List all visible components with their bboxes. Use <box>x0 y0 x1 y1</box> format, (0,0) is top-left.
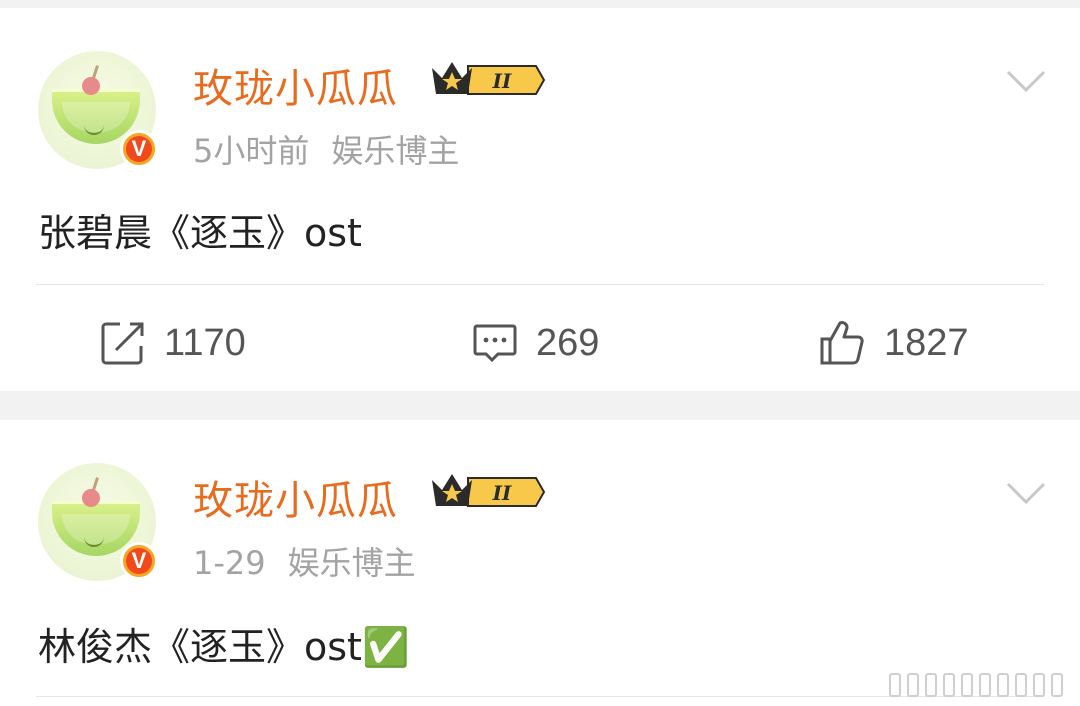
post-content: 林俊杰《逐玉》ost✅ <box>38 625 410 669</box>
user-tag: 娱乐博主 <box>331 132 460 170</box>
username[interactable]: 玫珑小瓜瓜 <box>193 56 398 114</box>
svg-text:II: II <box>492 481 512 505</box>
crown-level-icon: II <box>432 474 546 507</box>
post-meta: 1-29 娱乐博主 <box>193 538 416 584</box>
comment-icon <box>473 324 517 363</box>
like-icon <box>820 321 864 365</box>
post-time: 1-29 <box>193 544 266 582</box>
like-button[interactable]: 1827 <box>818 318 969 368</box>
post-meta: 5小时前 娱乐博主 <box>193 126 459 172</box>
chevron-down-icon[interactable] <box>1006 482 1046 506</box>
comment-button[interactable]: 269 <box>472 318 599 368</box>
post-content: 张碧晨《逐玉》ost <box>38 211 362 255</box>
chevron-down-icon[interactable] <box>1006 70 1046 94</box>
like-count: 1827 <box>884 321 969 364</box>
post-card[interactable]: V 玫珑小瓜瓜 II 1-29 娱乐博主 林俊杰《逐玉》ost✅ <box>0 420 1080 706</box>
username[interactable]: 玫珑小瓜瓜 <box>193 468 398 526</box>
comment-count: 269 <box>536 321 600 364</box>
post-card[interactable]: V 玫珑小瓜瓜 II 5小时前娱乐博主 张碧晨《逐玉》ost 1170 269 <box>0 8 1080 391</box>
divider <box>36 284 1044 285</box>
crown-level-icon: II <box>432 62 546 95</box>
verified-v-icon: V <box>120 542 158 580</box>
repost-count: 1170 <box>164 321 246 364</box>
verified-v-icon: V <box>120 130 158 168</box>
user-tag: 娱乐博主 <box>287 544 416 582</box>
post-time: 5小时前 <box>193 132 310 170</box>
repost-icon <box>101 322 144 365</box>
scroll-handle-icon <box>889 673 1063 697</box>
svg-text:II: II <box>492 69 512 93</box>
repost-button[interactable]: 1170 <box>100 318 246 368</box>
